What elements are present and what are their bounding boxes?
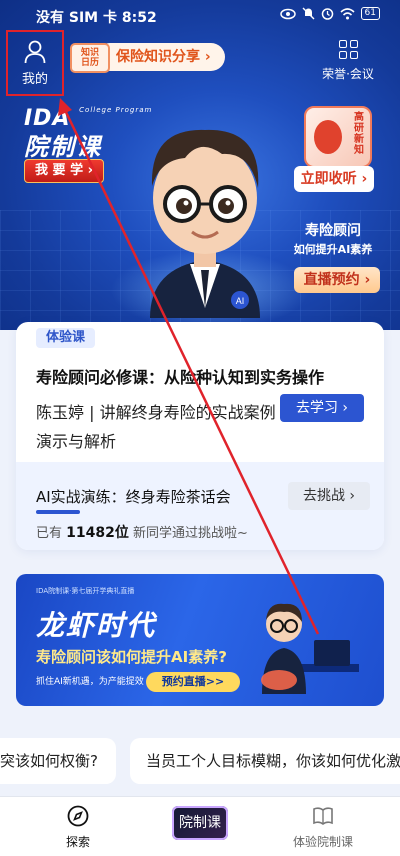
topic-card-1[interactable]: 突该如何权衡? [0, 738, 116, 784]
banner-caption: 抓住AI新机遇，为产能提效 [36, 677, 144, 687]
knowledge-calendar-icon[interactable]: 知识 日历 [70, 43, 110, 73]
live-booking-button[interactable]: 直播预约 › [294, 267, 380, 293]
joined-count-text: 已有 11482位 新同学通过挑战啦~ [36, 522, 248, 542]
carrier-text: 没有 SIM 卡 [36, 10, 117, 26]
joined-prefix: 已有 [36, 526, 63, 541]
honor-meeting-button[interactable]: 荣誉·会议 [318, 40, 378, 82]
trial-course-tag: 体验课 [36, 328, 96, 348]
presenter-illustration [261, 603, 359, 694]
advisor-subtitle: 如何提升AI素养 [293, 243, 373, 256]
go-study-button[interactable]: 去学习 › [280, 394, 364, 422]
user-icon [24, 40, 46, 63]
tab-experience-label: 体验院制课 [292, 835, 353, 849]
wifi-icon [340, 7, 355, 19]
challenge-underline [36, 510, 80, 514]
book-text: 高研新知 [354, 112, 364, 156]
topic-card-2[interactable]: 当员工个人目标模糊，你该如何优化激 [130, 738, 400, 784]
tab-college-course[interactable]: 院制课 [172, 806, 228, 840]
my-label: 我的 [21, 71, 48, 87]
grid-icon [338, 40, 358, 59]
tab-explore-label: 探索 [65, 835, 90, 849]
advisor-promo: 寿险顾问 如何提升AI素养 [286, 220, 380, 257]
time-text: 8:52 [121, 10, 157, 26]
banner-big-title: 龙虾时代 [36, 609, 157, 642]
tab-explore[interactable]: 探索 [58, 805, 98, 850]
live-event-banner[interactable]: IDA院制课·第七届开学典礼直播 龙虾时代 寿险顾问该如何提升AI素养? 抓住A… [16, 574, 384, 706]
status-carrier-time: 没有 SIM 卡 8:52 [36, 7, 157, 27]
course-title[interactable]: 寿险顾问必修课：从险种认知到实务操作 [36, 364, 324, 388]
joined-count: 11482位 [66, 525, 129, 541]
joined-suffix: 新同学通过挑战啦~ [133, 526, 248, 541]
calendar-text-1: 知识 [80, 48, 99, 58]
book-live-button[interactable]: 预约直播>> [146, 672, 240, 692]
listen-now-button[interactable]: 立即收听 › [294, 166, 374, 192]
research-book-card[interactable]: 高研新知 [304, 106, 372, 168]
ai-badge: AI [236, 296, 245, 306]
eye-icon [279, 8, 296, 19]
banner-question: 寿险顾问该如何提升AI素养? [36, 648, 227, 666]
i-want-to-learn-button[interactable]: 我 要 学 › [24, 159, 104, 183]
my-profile-button[interactable]: 我的 [6, 30, 64, 96]
book-cover-graphic [314, 120, 342, 154]
mute-bell-icon [302, 7, 315, 20]
cartoon-avatar: AI [150, 129, 260, 318]
calendar-text-2: 日历 [80, 58, 99, 68]
advisor-title: 寿险顾问 [305, 223, 361, 239]
challenge-section: AI实战演练：终身寿险茶话会 去挑战 › 已有 11482位 新同学通过挑战啦~ [16, 462, 384, 550]
course-description: 陈玉婷 | 讲解终身寿险的实战案例演示与解析 [36, 403, 276, 451]
status-bar: 没有 SIM 卡 8:52 61 [0, 0, 400, 32]
tab-experience[interactable]: 体验院制课 [290, 805, 356, 850]
topic-carousel: 突该如何权衡? 当员工个人目标模糊，你该如何优化激 [0, 738, 400, 784]
challenge-title[interactable]: AI实战演练：终身寿险茶话会 [36, 486, 231, 507]
battery-icon: 61 [360, 7, 380, 20]
book-icon [313, 807, 333, 825]
alarm-icon [321, 8, 333, 20]
honor-label: 荣誉·会议 [322, 67, 374, 81]
banner-small-title: IDA院制课·第七届开学典礼直播 [36, 587, 135, 595]
compass-icon [67, 805, 89, 827]
knowledge-share-button[interactable]: 保险知识分享 › [96, 43, 225, 71]
course-card: 体验课 寿险顾问必修课：从险种认知到实务操作 陈玉婷 | 讲解终身寿险的实战案例… [16, 322, 384, 550]
go-challenge-button[interactable]: 去挑战 › [288, 482, 370, 510]
status-icons: 61 [279, 7, 380, 20]
